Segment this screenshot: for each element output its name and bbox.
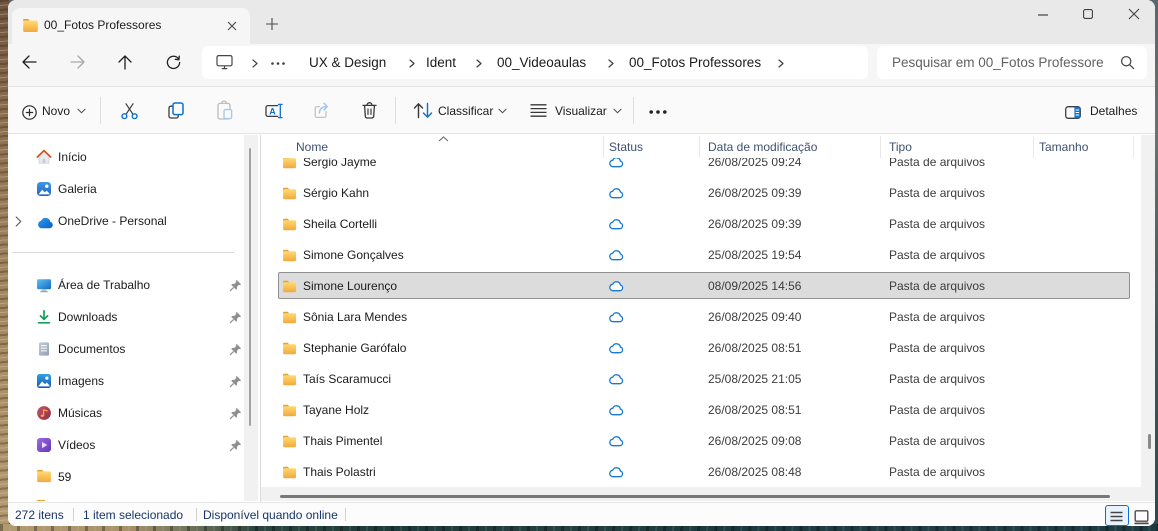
svg-text:A: A <box>269 106 276 116</box>
